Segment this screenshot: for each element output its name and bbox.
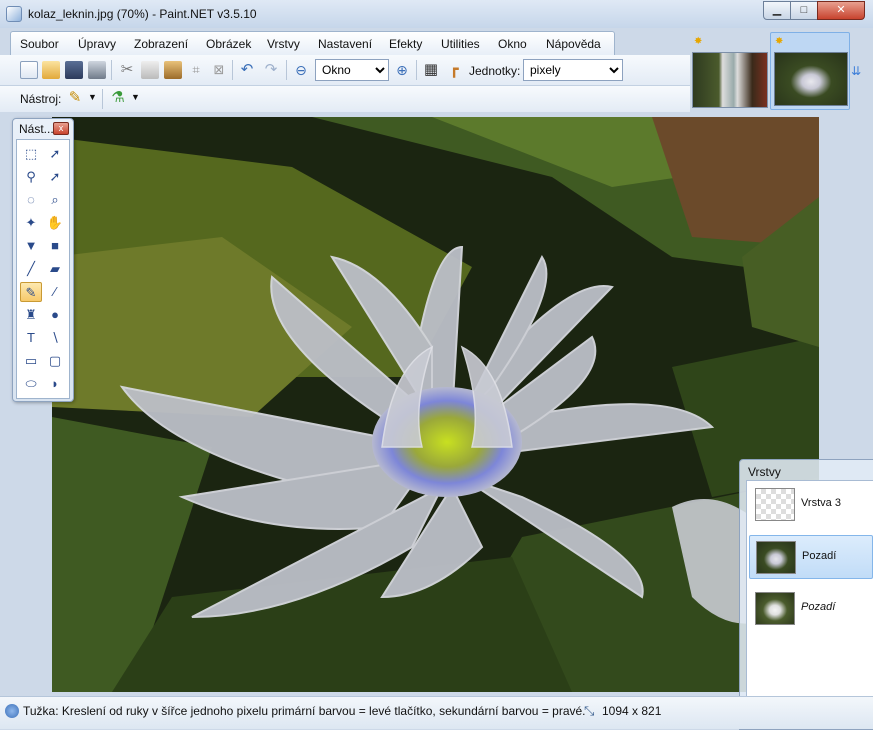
paste-icon[interactable] (164, 61, 182, 79)
paint-net-app-icon[interactable] (6, 6, 22, 22)
gradient-icon[interactable]: ■ (44, 236, 66, 256)
move-selection-icon[interactable]: ➚ (44, 144, 66, 164)
paintbrush-icon[interactable]: ╱ (20, 259, 42, 279)
units-dropdown[interactable]: pixely (523, 59, 623, 81)
chevron-down-icon[interactable]: ▼ (88, 92, 97, 102)
tools-window[interactable]: Nást... x ⬚ ➚ ⚲ ➚ ◌ ⌕ ✦ ✋ ▼ ■ ╱ ▰ ✎ ⁄ ♜ ● T ∖ ▭ ▢ ⬭ ◗ (12, 118, 74, 402)
tool-label: Nástroj: (20, 92, 62, 106)
rectangle-select-icon[interactable]: ⬚ (20, 144, 42, 164)
unsaved-star-icon: ✸ (694, 36, 703, 47)
layer-row[interactable]: Vrstva 3 (749, 483, 873, 527)
menu-napoveda[interactable]: Nápověda (546, 37, 601, 51)
copy-icon[interactable] (141, 61, 159, 79)
toolbar-separator (286, 60, 287, 80)
line-curve-icon[interactable]: ∖ (44, 328, 66, 348)
open-file-icon[interactable] (42, 61, 60, 79)
toolbar-separator (111, 60, 112, 80)
layer-name: Vrstva 3 (801, 497, 841, 509)
maximize-button[interactable]: □ (790, 1, 818, 20)
toolbar-separator (232, 60, 233, 80)
ruler-icon[interactable]: ┏ (445, 61, 463, 79)
minimize-button[interactable]: ▁ (763, 1, 791, 20)
status-bar: Tužka: Kreslení od ruky v šířce jednoho … (0, 696, 873, 729)
tools-window-title: Nást... (19, 122, 54, 136)
rectangle-icon[interactable]: ▭ (20, 351, 42, 371)
zoom-in-icon[interactable]: ⊕ (393, 61, 411, 79)
layers-list: Vrstva 3 Pozadí Pozadí (746, 480, 873, 702)
unsaved-star-icon: ✸ (775, 36, 784, 47)
menu-okno[interactable]: Okno (498, 37, 527, 51)
print-icon[interactable] (88, 61, 106, 79)
water-lily-image (52, 117, 819, 692)
image-size-icon: ⤡ (584, 703, 595, 718)
menu-upravy[interactable]: Úpravy (78, 37, 116, 51)
chevron-down-icon[interactable]: ▼ (131, 92, 140, 102)
main-toolbar: ✂ ⌗ ⊠ ↶ ↷ ⊖ Okno ⊕ ▦ ┏ Jednotky: pixely (0, 55, 690, 86)
zoom-icon[interactable]: ⌕ (44, 190, 66, 210)
menu-utilities[interactable]: Utilities (441, 37, 480, 51)
tool-options-toolbar: Nástroj: ✎ ▼ ⚗ ▼ (0, 86, 690, 112)
toolbar-separator (102, 89, 103, 109)
pencil-icon[interactable]: ✎ (66, 89, 84, 107)
tools-close-button[interactable]: x (53, 122, 69, 135)
close-button[interactable]: ✕ (817, 1, 865, 20)
window-title: kolaz_leknin.jpg (70%) - Paint.NET v3.5.… (28, 7, 257, 21)
layer-name: Pozadí (801, 601, 836, 613)
layers-window-title: Vrstvy (748, 465, 781, 479)
units-label: Jednotky: (469, 64, 521, 78)
menu-efekty[interactable]: Efekty (389, 37, 422, 51)
image-thumbnail[interactable] (692, 52, 768, 108)
layer-row[interactable]: Pozadí (749, 587, 873, 631)
color-picker-icon[interactable]: ⁄ (44, 282, 66, 302)
layer-name: Pozadí (802, 550, 837, 562)
image-size: 1094 x 821 (602, 704, 662, 718)
menu-nastaveni[interactable]: Nastavení (318, 37, 372, 51)
status-text: Tužka: Kreslení od ruky v šířce jednoho … (23, 704, 586, 718)
menu-zobrazeni[interactable]: Zobrazení (134, 37, 188, 51)
layer-thumbnail (755, 592, 795, 625)
pan-icon[interactable]: ✋ (44, 213, 66, 233)
thumbnail-scroll-down-icon[interactable]: ⇊ (851, 64, 861, 78)
grid-icon[interactable]: ▦ (422, 61, 440, 79)
menu-soubor[interactable]: Soubor (20, 37, 59, 51)
layer-thumbnail (755, 488, 795, 521)
layers-window[interactable]: Vrstvy Vrstva 3 Pozadí Pozadí ▣ ✖ ❐ ⇩ ▲ … (739, 459, 873, 730)
tools-grid: ⬚ ➚ ⚲ ➚ ◌ ⌕ ✦ ✋ ▼ ■ ╱ ▰ ✎ ⁄ ♜ ● T ∖ ▭ ▢ ⬭ ◗ (16, 139, 70, 399)
lasso-select-icon[interactable]: ⚲ (20, 167, 42, 187)
new-file-icon[interactable] (20, 61, 38, 79)
recolor-icon[interactable]: ● (44, 305, 66, 325)
move-selected-icon[interactable]: ➚ (44, 167, 66, 187)
undo-icon[interactable]: ↶ (238, 61, 256, 79)
image-canvas[interactable] (52, 117, 819, 692)
deselect-icon[interactable]: ⊠ (210, 61, 228, 79)
zoom-out-icon[interactable]: ⊖ (292, 61, 310, 79)
freeform-shape-icon[interactable]: ◗ (44, 374, 66, 394)
clone-stamp-icon[interactable]: ♜ (20, 305, 42, 325)
redo-icon[interactable]: ↷ (262, 61, 280, 79)
paint-bucket-icon[interactable]: ▼ (20, 236, 42, 256)
ellipse-icon[interactable]: ⬭ (20, 374, 42, 394)
save-icon[interactable] (65, 61, 83, 79)
layer-thumbnail (756, 541, 796, 574)
menu-bar: Soubor Úpravy Zobrazení Obrázek Vrstvy N… (10, 31, 615, 56)
toolbar-separator (416, 60, 417, 80)
rounded-rectangle-icon[interactable]: ▢ (44, 351, 66, 371)
menu-vrstvy[interactable]: Vrstvy (267, 37, 300, 51)
image-thumbnail-active[interactable] (774, 52, 848, 106)
blend-mode-flask-icon[interactable]: ⚗ (109, 89, 127, 107)
cut-icon[interactable]: ✂ (118, 61, 136, 79)
pencil-icon[interactable]: ✎ (20, 282, 42, 302)
text-icon[interactable]: T (20, 328, 42, 348)
ellipse-select-icon[interactable]: ◌ (20, 190, 42, 210)
menu-obrazek[interactable]: Obrázek (206, 37, 251, 51)
layer-row[interactable]: Pozadí (749, 535, 873, 579)
zoom-dropdown[interactable]: Okno (315, 59, 389, 81)
magic-wand-icon[interactable]: ✦ (20, 213, 42, 233)
info-icon (5, 704, 19, 718)
crop-icon[interactable]: ⌗ (187, 61, 205, 79)
eraser-icon[interactable]: ▰ (44, 259, 66, 279)
